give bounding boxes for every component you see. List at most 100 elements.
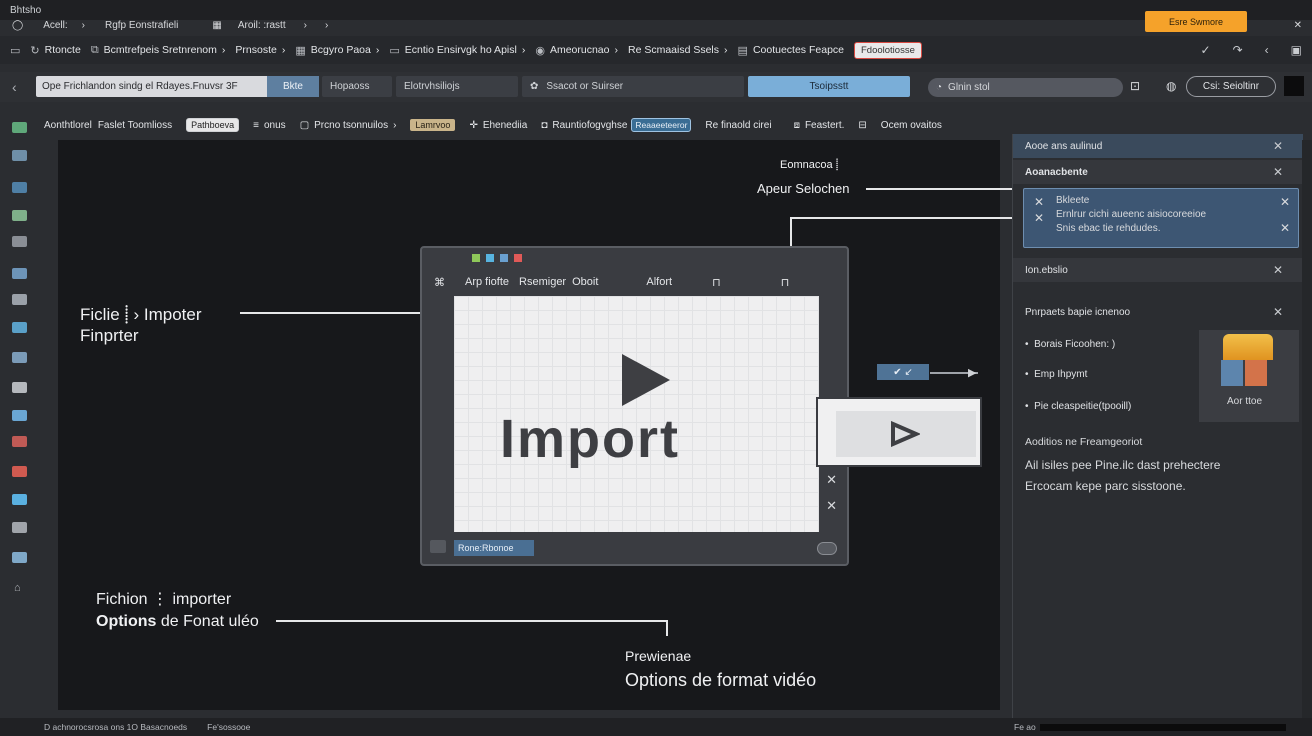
toolbar-item-fine[interactable]: Re finaold cirei	[705, 120, 771, 131]
redo-icon[interactable]: ↷	[1233, 43, 1243, 57]
circle-icon[interactable]: ◯	[12, 20, 23, 31]
menu-layers[interactable]: Prnsoste ›	[235, 44, 285, 56]
toolbar-item-tools[interactable]: ▢ Prcno tsonnuilos ›	[300, 120, 397, 131]
menu-boxed-item[interactable]: Fdoolotiosse	[854, 41, 922, 59]
tool-record-icon[interactable]	[12, 436, 27, 447]
tool-layers-icon[interactable]	[12, 150, 27, 161]
menu-record[interactable]: ◉ Ameorucnao ›	[535, 44, 618, 57]
menu-copy[interactable]: ⧉ Bcmtrefpeis Sretnrenom ›	[91, 44, 226, 57]
toolbar-item-forward[interactable]: ⧈ Feastert.	[794, 120, 845, 131]
selected-item[interactable]: ✕ ✕ Bkleete Ernlrur cichi aueenc aisioco…	[1023, 188, 1299, 248]
close-icon[interactable]: ✕	[1273, 165, 1283, 179]
toolbar-chip[interactable]: Pathboeva	[186, 118, 240, 132]
floating-preview[interactable]	[816, 397, 982, 467]
segment-1[interactable]: Hopaoss	[322, 76, 392, 97]
menu-folder[interactable]: ▤ Cootuectes Feapce	[738, 44, 844, 57]
dot-blue-2[interactable]	[500, 254, 508, 262]
path-field[interactable]: Ope Frichlandon sindg el Rdayes.Fnuvsr 3…	[36, 76, 319, 97]
tool-monitor-icon[interactable]	[12, 268, 27, 279]
window-icon[interactable]: ▣	[1291, 43, 1302, 57]
tool-doc-icon[interactable]	[12, 382, 27, 393]
tool-flag-icon[interactable]	[12, 466, 27, 477]
play-icon[interactable]	[890, 421, 920, 447]
tools-icon[interactable]: ⌘	[434, 276, 445, 289]
close-icon[interactable]: ✕	[1273, 139, 1283, 153]
panel-section-3[interactable]: Pnrpaets bapie icnenoo ✕	[1013, 300, 1303, 324]
grid-icon[interactable]: ▦	[212, 20, 221, 31]
import-dialog[interactable]: ⌘ Arp fiofte Rsemiger Oboit Alfort ⊓ ⊓ I…	[420, 246, 849, 566]
toolbar-blue-chip[interactable]: Reaaeeteeror	[631, 118, 692, 132]
toolbar-item-menu[interactable]: ≡ onus	[253, 120, 286, 131]
dialog-tab-4[interactable]: Alfort	[646, 276, 672, 288]
search-input[interactable]: ◔ Glnin stol	[928, 78, 1123, 97]
swatch-box[interactable]	[1284, 76, 1304, 96]
tool-brush-icon[interactable]	[12, 122, 27, 133]
thumbnail[interactable]: Aor ttoe	[1199, 330, 1299, 422]
check-icon[interactable]: ✓	[1201, 43, 1211, 57]
back-icon[interactable]: ‹	[1265, 43, 1269, 57]
dialog-tab-3[interactable]: Oboit	[572, 276, 598, 288]
dot-blue[interactable]	[486, 254, 494, 262]
panel-section-1[interactable]: Aoanacbente ✕	[1013, 160, 1303, 184]
home-icon[interactable]: ⌂	[14, 582, 21, 594]
preview-canvas[interactable]: Import	[454, 296, 819, 532]
tab-title-2[interactable]: Aroil: :rastt	[238, 20, 286, 31]
chevron-right-icon[interactable]: ›	[325, 20, 328, 31]
dialog-footer-tag[interactable]: Rone:Rbonoe	[454, 540, 534, 556]
tool-window-icon[interactable]	[12, 352, 27, 363]
selection-pill[interactable]: Csi: Seioltinr	[1186, 76, 1276, 97]
toolbar-item-layout[interactable]: ⊟	[858, 120, 866, 131]
tab-title[interactable]: Rgfp Eonstrafieli	[105, 20, 178, 31]
menu-refresh[interactable]: ↻ Rtoncte	[30, 44, 80, 57]
timeline-chip[interactable]: ✔ ↙	[877, 364, 929, 380]
dot-green[interactable]	[472, 254, 480, 262]
bookmark-icon[interactable]: ⊓	[781, 276, 790, 289]
menu-monitor[interactable]: ▭ Ecntio Ensirvgk ho Apisl ›	[389, 44, 525, 57]
close-icon[interactable]: ✕	[826, 472, 837, 488]
toolbar-gold-chip[interactable]: Lamrvoo	[410, 119, 456, 131]
x-icon[interactable]: ✕	[1034, 195, 1044, 209]
close-icon[interactable]: ✕	[1280, 221, 1290, 235]
play-icon[interactable]	[618, 350, 674, 410]
tool-pen-icon[interactable]	[12, 552, 27, 563]
timeline-track[interactable]	[1040, 724, 1286, 731]
toolbar-item-camera[interactable]: ◘ Rauntiofogvghse	[541, 120, 627, 131]
arrow-right-icon[interactable]: ▶	[968, 366, 976, 379]
chevron-right-icon[interactable]: ›	[304, 20, 307, 31]
tool-list-icon[interactable]	[12, 294, 27, 305]
close-icon[interactable]: ✕	[1273, 305, 1283, 319]
chevron-right-icon[interactable]: ›	[82, 20, 85, 31]
dialog-small-box[interactable]	[430, 540, 446, 553]
dialog-tab-2[interactable]: Rsemiger	[519, 276, 566, 288]
menu-grid[interactable]: ▦ Bcgyro Paoa ›	[295, 44, 379, 57]
close-icon[interactable]: ✕	[1273, 263, 1283, 277]
segment-3[interactable]: ✿ Ssacot or Suirser	[522, 76, 744, 97]
menu-tag[interactable]: Re Scmaaisd Ssels ›	[628, 44, 728, 56]
tool-cloud-icon[interactable]	[12, 494, 27, 505]
toolbar-item-2[interactable]: Faslet Toomlioss	[98, 120, 172, 131]
path-tag[interactable]: Bkte	[267, 76, 319, 97]
tool-image-icon[interactable]	[12, 210, 27, 221]
segment-active[interactable]: Tsoipsstt	[748, 76, 910, 97]
panel-section-2[interactable]: Ion.ebslio ✕	[1013, 258, 1303, 282]
quick-label[interactable]: Acell:	[43, 20, 67, 31]
segment-2[interactable]: Elotrvhsiliojs	[396, 76, 518, 97]
close-icon[interactable]: ✕	[826, 498, 837, 514]
toolbar-item-1[interactable]: Aonthtlorel	[44, 120, 92, 131]
tool-stack-icon[interactable]	[12, 522, 27, 533]
x-icon[interactable]: ✕	[1034, 211, 1044, 225]
dialog-toggle[interactable]	[817, 542, 837, 555]
toolbar-item-options[interactable]: Ocem ovaitos	[881, 120, 942, 131]
right-scrollbar[interactable]	[1302, 140, 1312, 720]
toolbar-item-crosshair[interactable]: ✛ Ehenediia	[469, 120, 527, 131]
close-icon[interactable]: ✕	[1280, 195, 1290, 209]
close-icon[interactable]: ✕	[1294, 20, 1302, 31]
bookmark-icon[interactable]: ⊓	[712, 276, 721, 289]
back-arrow-icon[interactable]: ‹	[12, 79, 17, 95]
tool-edit-icon[interactable]	[12, 182, 27, 193]
dot-red[interactable]	[514, 254, 522, 262]
tool-table-icon[interactable]	[12, 322, 27, 333]
dialog-tab-1[interactable]: Arp fiofte	[465, 276, 509, 288]
image-icon[interactable]: ⊡	[1130, 79, 1140, 93]
tool-crop-icon[interactable]	[12, 236, 27, 247]
